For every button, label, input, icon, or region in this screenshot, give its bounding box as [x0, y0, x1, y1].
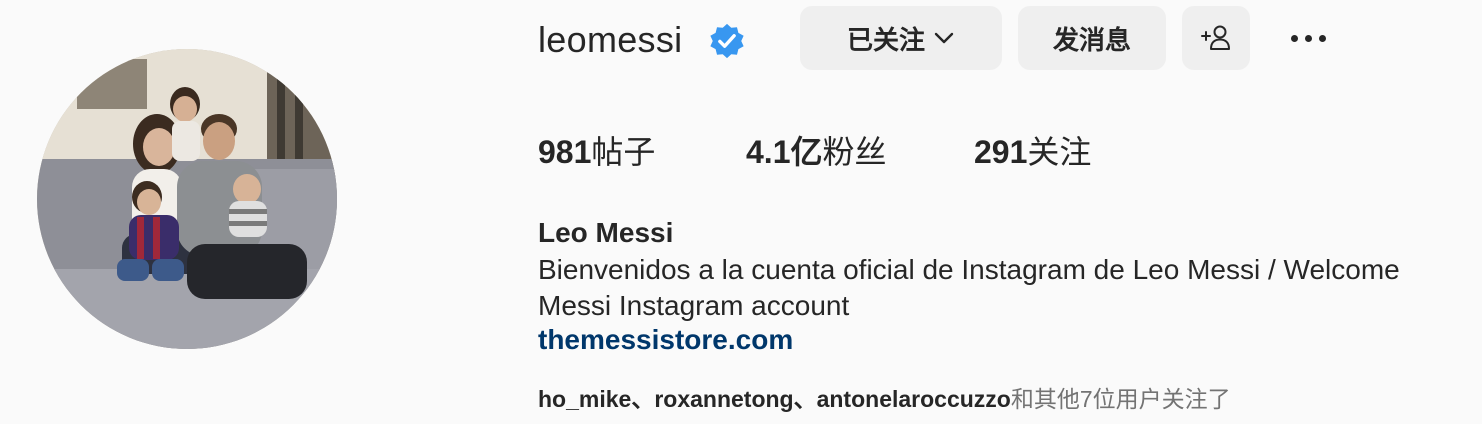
profile-bio: Bienvenidos a la cuenta oficial de Insta…: [538, 252, 1482, 324]
bio-line: Bienvenidos a la cuenta oficial de Insta…: [538, 254, 1400, 285]
message-button-label: 发消息: [1052, 24, 1131, 55]
followed-by-suffix: 和其他7位用户关注了: [1010, 386, 1231, 412]
message-button[interactable]: 发消息: [1018, 6, 1166, 70]
followers-label: 粉丝: [822, 134, 887, 170]
stat-posts: 981帖子: [538, 133, 655, 171]
profile-avatar[interactable]: [37, 49, 337, 349]
following-label: 关注: [1027, 134, 1092, 170]
posts-label: 帖子: [591, 134, 656, 170]
more-dot: [1318, 34, 1326, 42]
profile-website-link[interactable]: themessistore.com: [538, 322, 793, 358]
following-button-label: 已关注: [846, 24, 925, 55]
profile-full-name: Leo Messi: [538, 217, 674, 248]
stat-followers[interactable]: 4.1亿粉丝: [746, 133, 887, 171]
posts-count: 981: [538, 134, 592, 170]
verified-badge-icon: [710, 23, 744, 59]
chevron-down-icon: [934, 32, 954, 44]
following-count: 291: [974, 134, 1028, 170]
more-dot: [1290, 34, 1298, 42]
bio-line: Messi Instagram account: [538, 290, 850, 321]
add-person-icon: [1201, 25, 1230, 50]
avatar-photo: [37, 49, 337, 349]
followed-by-text[interactable]: ho_mike、roxannetong、antonelaroccuzzo和其他7…: [538, 384, 1231, 414]
more-dot: [1304, 34, 1312, 42]
followed-by-names: ho_mike、roxannetong、antonelaroccuzzo: [538, 386, 1011, 412]
followers-count: 4.1亿: [746, 134, 823, 170]
following-button[interactable]: 已关注: [800, 6, 1002, 70]
stat-following[interactable]: 291关注: [974, 133, 1091, 171]
profile-username: leomessi: [538, 19, 683, 60]
suggest-similar-button[interactable]: [1182, 6, 1250, 70]
more-options-button[interactable]: [1280, 20, 1336, 56]
